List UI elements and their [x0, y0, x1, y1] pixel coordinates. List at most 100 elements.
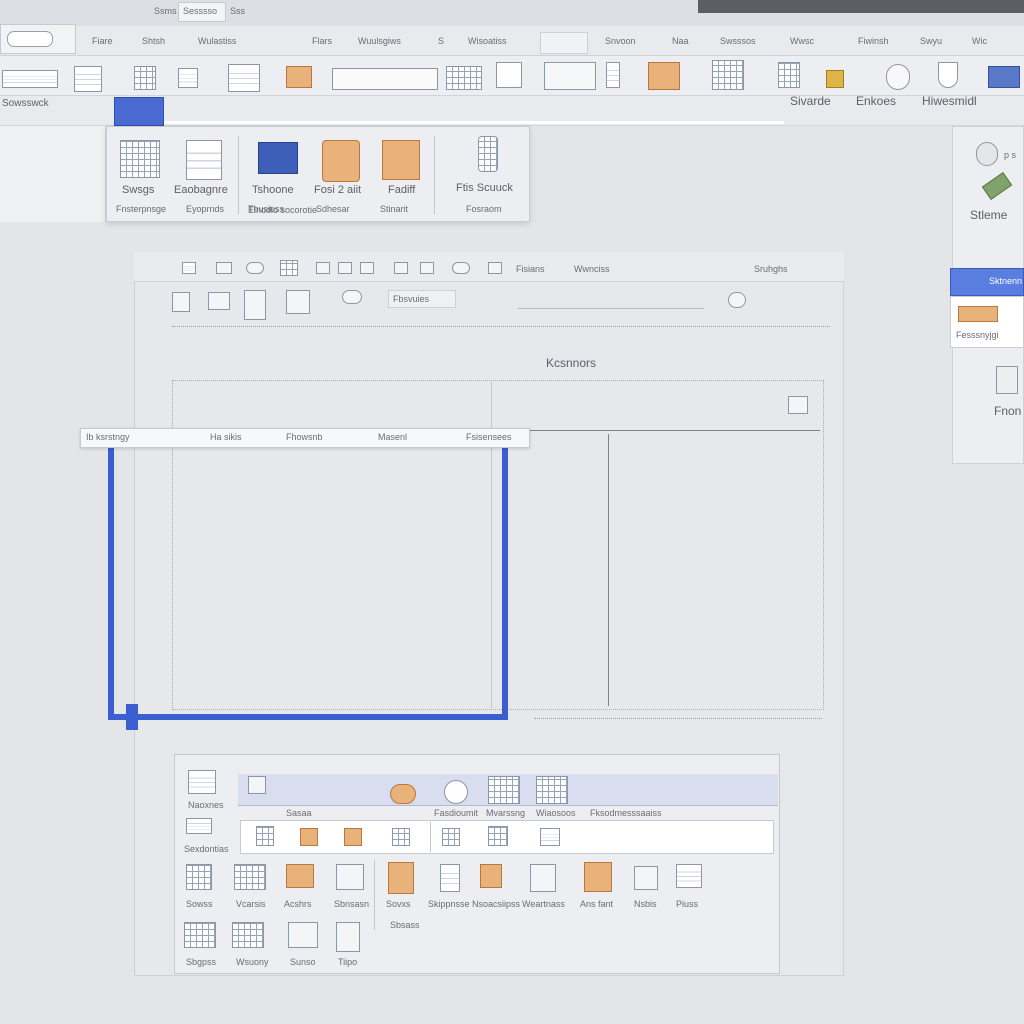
ribbon-right-label-0[interactable]: Sivarde [790, 94, 831, 108]
menu-item-1[interactable]: Shtsh [142, 36, 165, 46]
floating-item-3[interactable]: Masenl [378, 432, 407, 442]
dialog-grid2-icon-0[interactable] [184, 922, 216, 948]
gallery-item-2[interactable]: Tshoone Thusiuss [246, 136, 308, 216]
row-icon-4[interactable] [442, 828, 460, 846]
header-icon-4[interactable] [536, 776, 568, 804]
ribbon-page2-icon[interactable] [228, 64, 260, 92]
menu-item-2[interactable]: Wulastiss [198, 36, 236, 46]
toolbar-icon-g[interactable] [488, 262, 502, 274]
inner-toolbar-label-0[interactable]: Fisians [516, 264, 545, 274]
header-icon-3[interactable] [488, 776, 520, 804]
row-icon-3[interactable] [392, 828, 410, 846]
menu-item-9[interactable]: Swsssos [720, 36, 756, 46]
ribbon-calendar-icon[interactable] [988, 66, 1020, 88]
ribbon-doc3-icon[interactable] [606, 62, 620, 88]
menu-item-10[interactable]: Wwsc [790, 36, 814, 46]
row-icon-5[interactable] [488, 826, 508, 846]
toolbar-icon-d[interactable] [394, 262, 408, 274]
dialog-side-icon-1[interactable] [186, 818, 212, 834]
dialog-grid-icon-1[interactable] [234, 864, 266, 890]
glasses-icon[interactable] [246, 262, 264, 274]
selection-handle[interactable] [126, 704, 138, 730]
right-panel-header[interactable]: Sktnenn [950, 268, 1024, 296]
right-panel-item[interactable]: Fesssnyjgi [956, 330, 999, 340]
header-label-4[interactable]: Fksodmesssaaiss [590, 808, 662, 818]
format-icon-c[interactable] [244, 290, 266, 320]
dialog-grid2-icon-1[interactable] [232, 922, 264, 948]
inner-field[interactable]: Fbsvuies [388, 290, 456, 308]
menu-item-0[interactable]: Fiare [92, 36, 113, 46]
dialog-side-icon-0[interactable] [188, 770, 216, 794]
ribbon-field-icon[interactable] [544, 62, 596, 90]
dialog-grid-icon-8[interactable] [584, 862, 612, 892]
toolbar-icon-b[interactable] [338, 262, 352, 274]
ribbon-chart-icon[interactable] [496, 62, 522, 88]
menu-item-3[interactable]: Flars [312, 36, 332, 46]
ribbon-right-label-1[interactable]: Enkoes [856, 94, 896, 108]
menu-item-13[interactable]: Wic [972, 36, 987, 46]
table-icon[interactable] [280, 260, 298, 276]
toolbar-icon-c[interactable] [360, 262, 374, 274]
quickaccess-selected[interactable] [114, 97, 164, 126]
app-button[interactable] [0, 24, 76, 54]
row-icon-2[interactable] [344, 828, 362, 846]
dialog-grid-icon-9[interactable] [634, 866, 658, 890]
dialog-grid-icon-2[interactable] [286, 864, 314, 888]
menu-item-6[interactable]: Wisoatiss [468, 36, 507, 46]
sheet-icon[interactable] [788, 396, 808, 414]
ribbon-page-icon[interactable] [74, 66, 102, 92]
menu-item-12[interactable]: Swyu [920, 36, 942, 46]
ribbon-textbox-icon[interactable] [332, 68, 438, 90]
header-label-2[interactable]: Mvarssng [486, 808, 525, 818]
menu-item-7[interactable]: Snvoon [605, 36, 636, 46]
toolbar-icon-a[interactable] [316, 262, 330, 274]
format-icon-e[interactable] [342, 290, 362, 304]
gallery-item-5[interactable]: Ftis Scuuck Fosraom [446, 136, 526, 216]
format-icon-d[interactable] [286, 290, 310, 314]
home-icon[interactable] [182, 262, 196, 274]
dialog-grid2-icon-2[interactable] [288, 922, 318, 948]
gallery-item-1[interactable]: Eaobagnre Eyoprnds [172, 136, 234, 216]
inner-toolbar-label-1[interactable]: Wwnciss [574, 264, 610, 274]
dialog-grid-icon-4[interactable] [388, 862, 414, 894]
floating-item-1[interactable]: Ha sikis [210, 432, 242, 442]
ribbon-right-label-2[interactable]: Hiwesmidl [922, 94, 977, 108]
dialog-grid-icon-7[interactable] [530, 864, 556, 892]
format-icon-f[interactable] [728, 292, 746, 308]
menu-item-4[interactable]: Wuulsgiws [358, 36, 401, 46]
ribbon-table-icon[interactable] [2, 70, 58, 88]
ribbon-flask-icon[interactable] [938, 62, 958, 88]
format-icon-a[interactable] [172, 292, 190, 312]
header-label-0[interactable]: Sasaa [286, 808, 312, 818]
ribbon-doc-icon[interactable] [178, 68, 198, 88]
row-icon-0[interactable] [256, 826, 274, 846]
dialog-grid-icon-0[interactable] [186, 864, 212, 890]
toolbar-icon-f[interactable] [452, 262, 470, 274]
menu-item-5[interactable]: S [438, 36, 444, 46]
dialog-grid-icon-3[interactable] [336, 864, 364, 890]
gallery-item-3[interactable]: Fosi 2 aiit Sdhesar [310, 136, 372, 216]
figure-icon[interactable] [996, 366, 1018, 394]
gallery-item-4[interactable]: Fadiff Stinarit [374, 136, 432, 216]
header-icon-0[interactable] [248, 776, 266, 794]
ribbon-cube-icon[interactable] [826, 70, 844, 88]
floating-item-0[interactable]: Ib ksrstngy [86, 432, 130, 442]
ribbon-person-icon[interactable] [886, 64, 910, 90]
ribbon-grid3-icon[interactable] [778, 62, 800, 88]
tab-left[interactable]: Ssms [154, 6, 177, 16]
ribbon-grid-icon[interactable] [134, 66, 156, 90]
header-icon-2[interactable] [444, 780, 468, 804]
format-icon-b[interactable] [208, 292, 230, 310]
row-icon-1[interactable] [300, 828, 318, 846]
ribbon-pic-icon[interactable] [648, 62, 680, 90]
dialog-grid-icon-10[interactable] [676, 864, 702, 888]
dialog-grid-icon-5[interactable] [440, 864, 460, 892]
inner-toolbar-right[interactable]: Sruhghs [754, 264, 788, 274]
gallery-item-0[interactable]: Swsgs Fnsterpnsge [112, 136, 170, 216]
floating-item-2[interactable]: Fhowsnb [286, 432, 323, 442]
ribbon-grid2-icon[interactable] [712, 60, 744, 90]
ribbon-shape-icon[interactable] [286, 66, 312, 88]
floating-item-4[interactable]: Fsisensees [466, 432, 512, 442]
help-icon[interactable] [976, 142, 998, 166]
header-icon-1[interactable] [390, 784, 416, 804]
